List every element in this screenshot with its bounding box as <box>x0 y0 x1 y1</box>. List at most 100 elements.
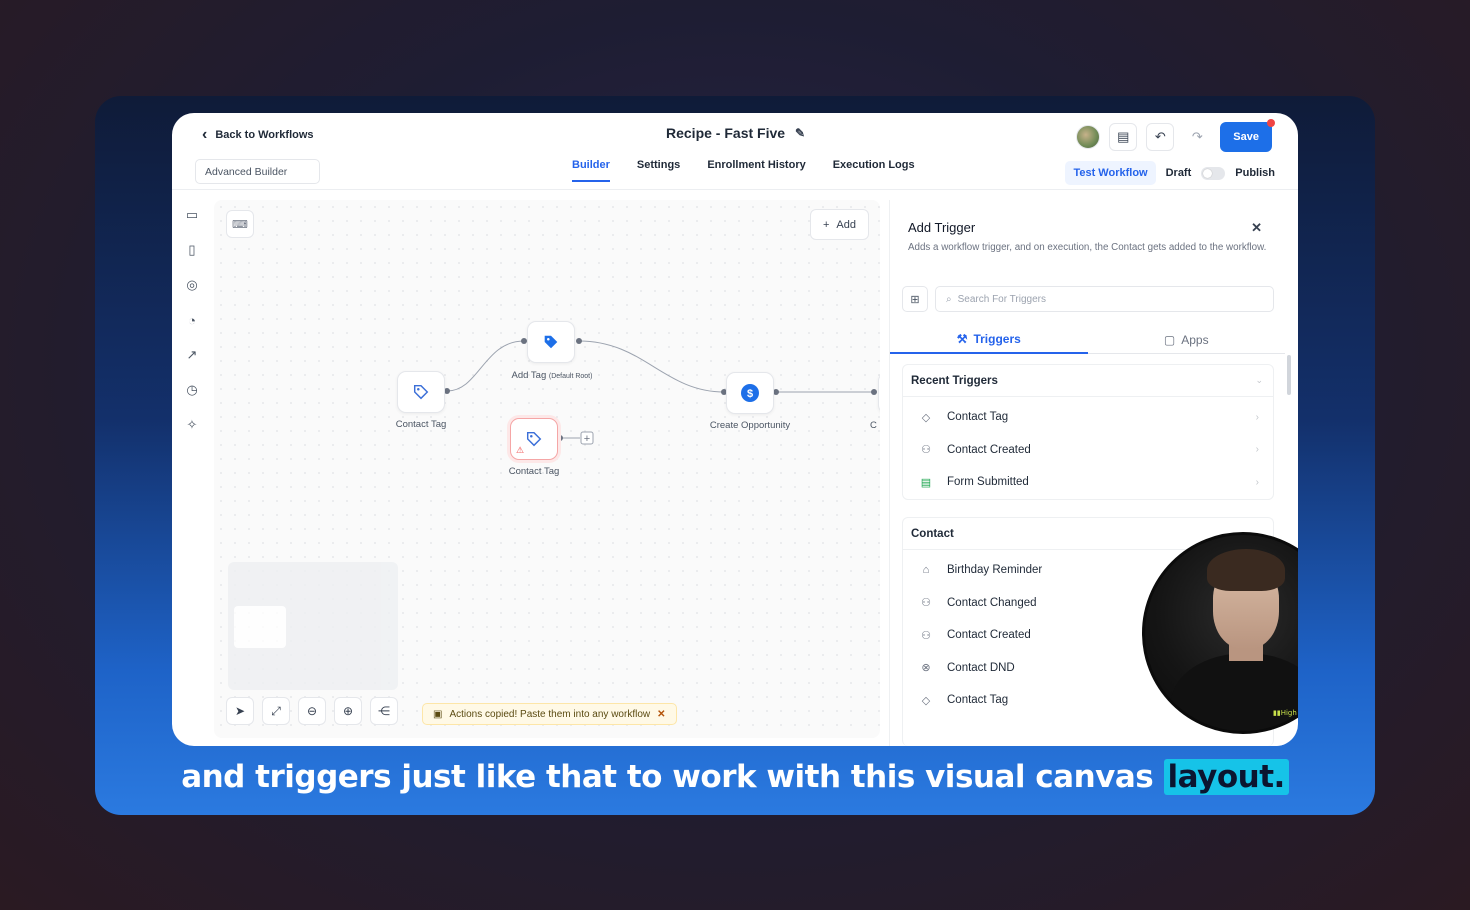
list-item[interactable]: ⚇ Contact Created › <box>903 434 1273 467</box>
grid-icon[interactable]: ⊞ <box>902 286 928 312</box>
zoom-in-icon[interactable]: ⊕ <box>334 697 362 725</box>
workflow-title: Recipe - Fast Five ✎ <box>666 125 805 141</box>
section-title: Contact <box>911 527 954 540</box>
tab-execution-logs[interactable]: Execution Logs <box>833 159 915 182</box>
panel-tabs: ⚒ Triggers ▢ Apps <box>890 326 1285 354</box>
builder-mode-select[interactable]: Advanced Builder <box>195 159 320 184</box>
publish-label: Publish <box>1235 167 1275 179</box>
search-icon: ⌕ <box>946 293 952 305</box>
toast-text: Actions copied! Paste them into any work… <box>449 708 651 720</box>
chevron-down-icon: ⌄ <box>1255 375 1263 385</box>
search-placeholder: Search For Triggers <box>957 293 1046 305</box>
undo-icon[interactable]: ↶ <box>1146 123 1175 151</box>
top-bar: ‹ Back to Workflows Recipe - Fast Five ✎… <box>172 113 1298 189</box>
tag-filled-icon <box>544 335 558 349</box>
minimap[interactable] <box>228 562 398 690</box>
dollar-icon: $ <box>741 384 759 402</box>
back-label: Back to Workflows <box>215 129 314 141</box>
draft-label: Draft <box>1165 167 1192 179</box>
tag-icon: ◇ <box>921 694 931 707</box>
tab-label: Apps <box>1181 332 1209 347</box>
publish-toggle[interactable] <box>1201 166 1226 180</box>
notification-dot <box>1267 119 1275 127</box>
user-plus-icon: ⚇ <box>921 444 931 457</box>
back-to-workflows-link[interactable]: ‹ Back to Workflows <box>202 126 314 144</box>
check-circle-icon[interactable]: ◎ <box>183 276 201 294</box>
copied-toast: ▣ Actions copied! Paste them into any wo… <box>422 703 677 725</box>
pointer-icon[interactable]: ➤ <box>226 697 254 725</box>
left-rail: ▭ ▯ ◎ ◔ ↗ ◷ ✧ <box>172 190 212 746</box>
apps-icon: ▢ <box>1163 332 1176 347</box>
triggers-icon: ⚒ <box>956 332 968 346</box>
section-title: Recent Triggers <box>911 374 998 387</box>
clipboard-icon: ▤ <box>920 476 932 489</box>
header-actions: ▤ ↶ ↷ Save <box>1076 119 1275 152</box>
pie-chart-icon[interactable]: ◔ <box>183 311 201 329</box>
history-icon[interactable]: ◷ <box>183 381 201 399</box>
sparkle-icon[interactable]: ✧ <box>183 416 201 434</box>
users-icon: ⚇ <box>921 597 931 610</box>
pencil-icon[interactable]: ✎ <box>795 126 805 140</box>
tab-enrollment-history[interactable]: Enrollment History <box>707 159 805 182</box>
node-add-tag[interactable] <box>527 321 575 363</box>
close-icon[interactable]: ✕ <box>1251 220 1262 236</box>
minimap-viewport <box>234 606 286 648</box>
document-icon[interactable]: ▤ <box>1109 123 1138 151</box>
search-input[interactable]: ⌕ Search For Triggers <box>935 286 1274 312</box>
chevron-right-icon: › <box>1255 476 1259 488</box>
chevron-right-icon: › <box>1255 444 1259 456</box>
workflow-title-text: Recipe - Fast Five <box>666 125 786 141</box>
close-icon[interactable]: ✕ <box>657 709 665 720</box>
scrollbar[interactable] <box>1287 355 1291 395</box>
test-workflow-button[interactable]: Test Workflow <box>1065 161 1156 185</box>
panel-title: Add Trigger <box>908 220 976 235</box>
main-tabs: Builder Settings Enrollment History Exec… <box>572 159 915 182</box>
fit-view-icon[interactable]: ⤢ <box>262 697 290 725</box>
tab-label: Triggers <box>973 332 1021 346</box>
tab-apps[interactable]: ▢ Apps <box>1087 326 1285 354</box>
item-label: Contact Created <box>947 443 1031 456</box>
comment-icon[interactable]: ▭ <box>183 206 201 224</box>
item-label: Contact Tag <box>947 411 1009 424</box>
workflow-canvas[interactable]: ⌨ + Add + Contact Tag Add Tag (Default R… <box>214 200 880 738</box>
subtitle-caption: and triggers just like that to work with… <box>0 759 1470 795</box>
node-label-text: Add Tag <box>511 370 547 381</box>
caption-highlight: layout. <box>1163 759 1289 795</box>
avatar[interactable] <box>1076 125 1101 149</box>
publish-controls: Test Workflow Draft Publish <box>1065 161 1275 185</box>
tag-icon <box>526 431 542 447</box>
node-partial[interactable] <box>878 372 880 414</box>
save-button[interactable]: Save <box>1220 119 1275 152</box>
list-item[interactable]: ▤ Form Submitted › <box>903 466 1273 499</box>
tab-triggers[interactable]: ⚒ Triggers <box>890 326 1088 354</box>
node-create-opportunity[interactable]: $ <box>726 372 774 414</box>
panel-description: Adds a workflow trigger, and on executio… <box>908 242 1267 253</box>
layout-tree-icon[interactable]: ⋲ <box>370 697 398 725</box>
node-label: Create Opportunity <box>709 420 791 431</box>
list-item[interactable]: ◇ Contact Tag › <box>903 401 1273 434</box>
item-label: Form Submitted <box>947 476 1029 489</box>
section-header[interactable]: Recent Triggers ⌄ <box>903 365 1273 397</box>
canvas-toolbar: ➤ ⤢ ⊖ ⊕ ⋲ <box>226 697 398 725</box>
svg-text:$: $ <box>747 388 753 400</box>
plus-glyph: + <box>584 433 590 445</box>
external-link-icon[interactable]: ↗ <box>183 346 201 364</box>
block-icon: ⊗ <box>921 662 931 675</box>
zoom-out-icon[interactable]: ⊖ <box>298 697 326 725</box>
user-plus-icon: ⚇ <box>921 629 931 642</box>
tab-builder[interactable]: Builder <box>572 159 610 182</box>
node-contact-tag-warning[interactable]: ⚠ <box>510 418 558 460</box>
file-icon[interactable]: ▯ <box>183 241 201 259</box>
tab-settings[interactable]: Settings <box>637 159 680 182</box>
port-dot <box>871 389 877 395</box>
chevron-left-icon: ‹ <box>202 126 208 143</box>
node-label-partial: C Con <box>870 420 880 431</box>
port-dot <box>576 338 582 344</box>
warning-icon: ⚠ <box>516 445 525 455</box>
tag-icon <box>413 384 429 400</box>
redo-icon[interactable]: ↷ <box>1183 123 1212 151</box>
node-contact-tag[interactable] <box>397 371 445 413</box>
clipboard-icon: ▣ <box>433 708 443 720</box>
node-label: Add Tag (Default Root) <box>512 370 593 381</box>
header-divider <box>172 189 1298 190</box>
